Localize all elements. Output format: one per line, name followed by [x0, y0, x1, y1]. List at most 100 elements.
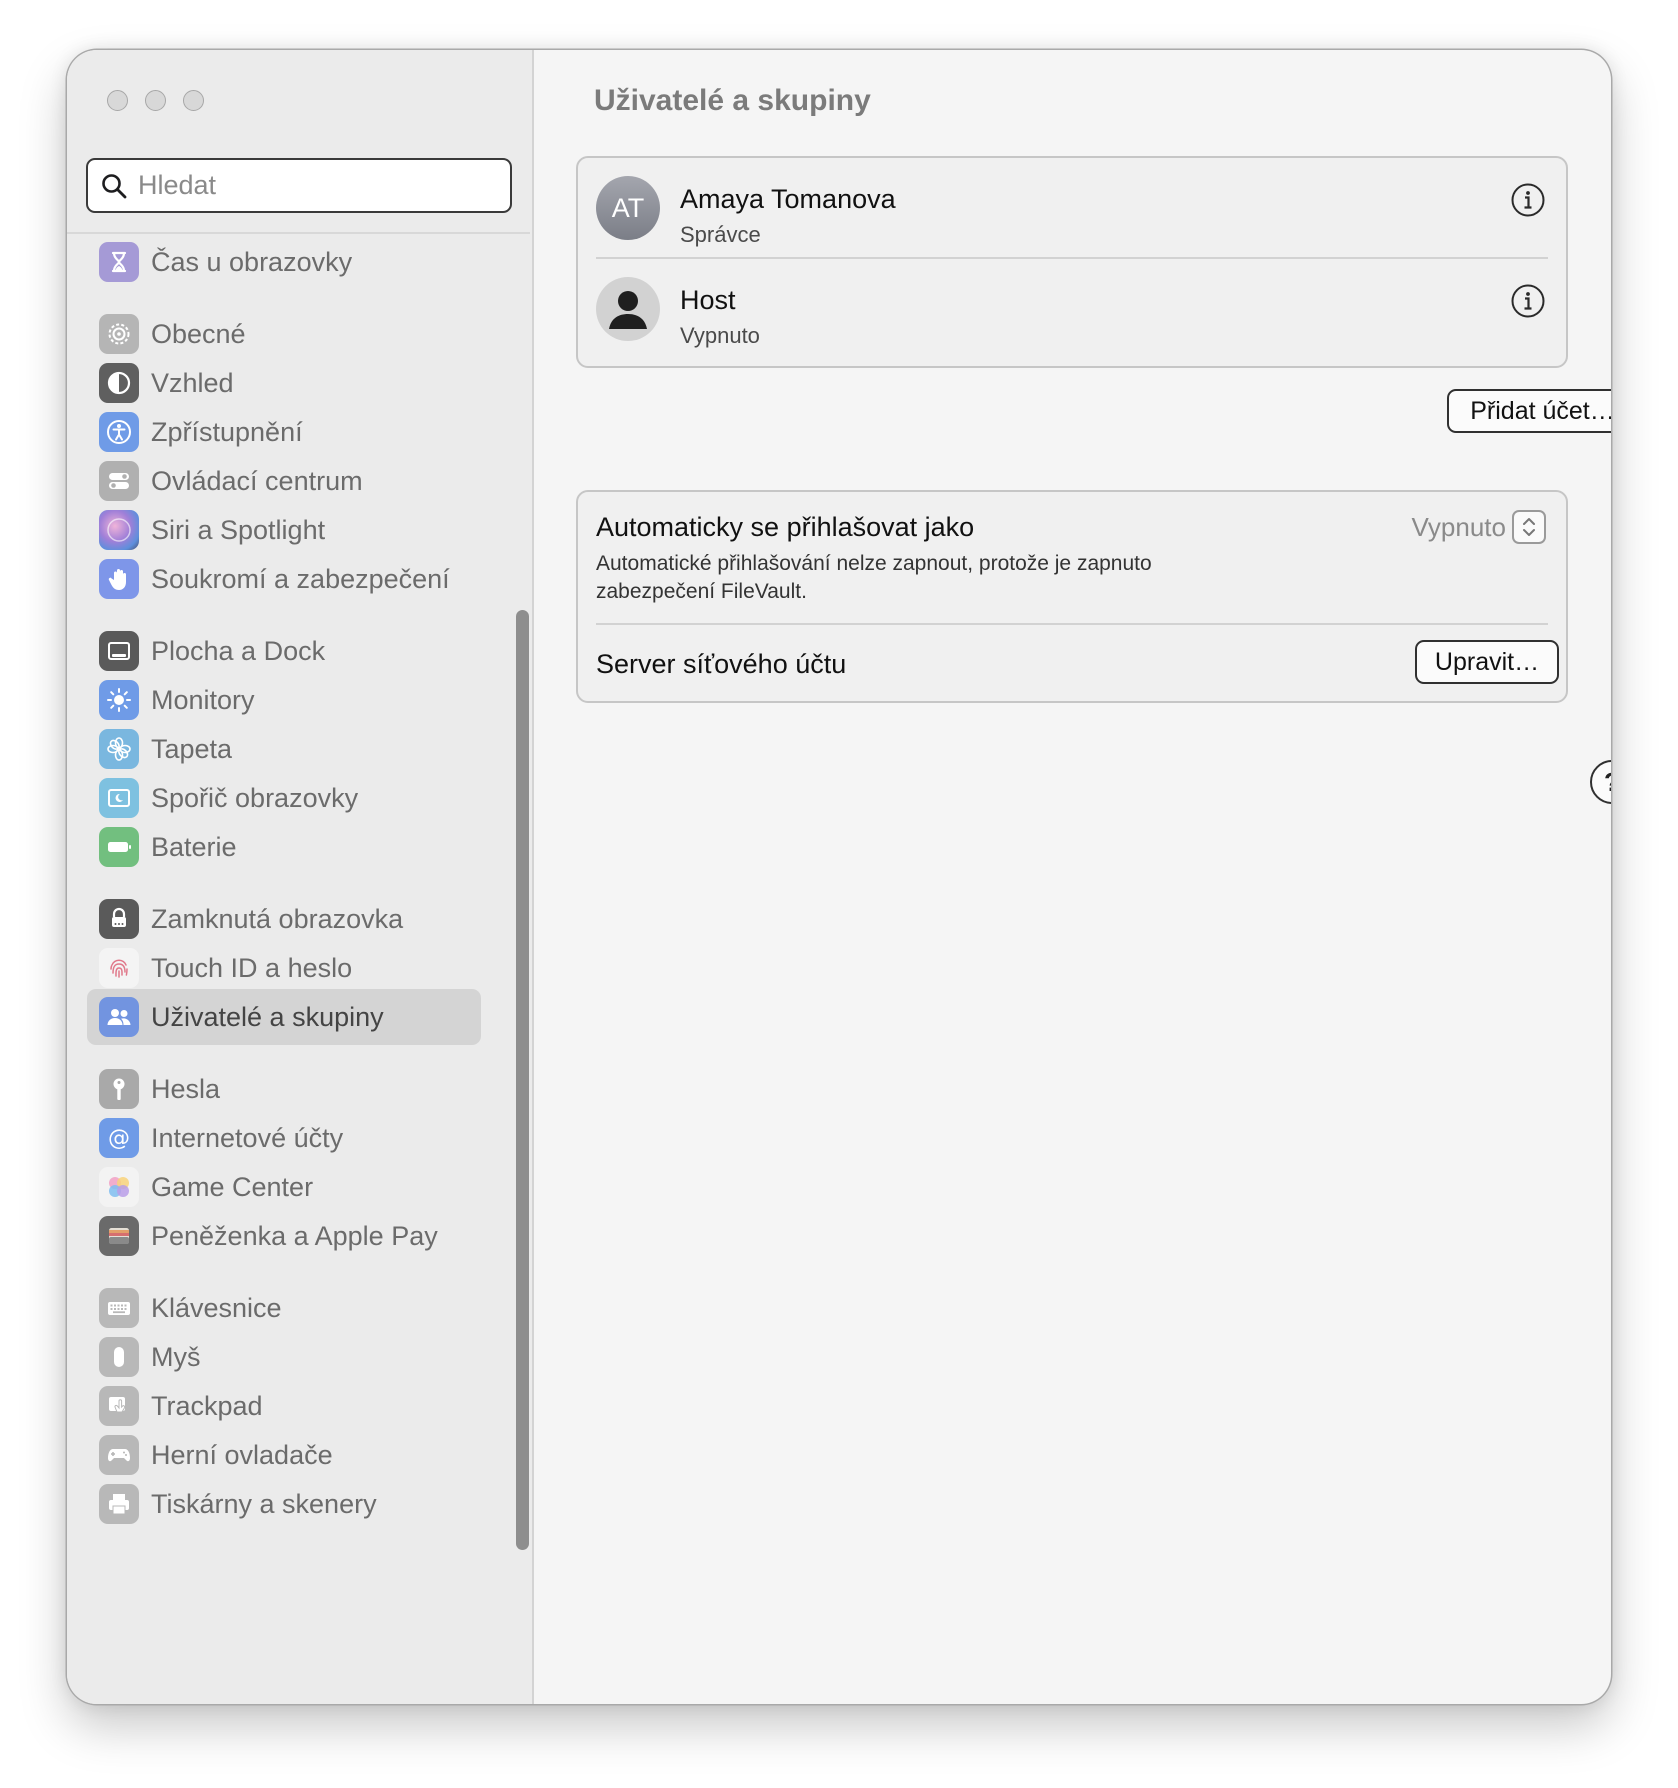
sidebar-item-battery[interactable]: Baterie [87, 819, 481, 875]
key-icon [99, 1069, 139, 1109]
gear-icon [99, 314, 139, 354]
help-button[interactable]: ? [1590, 760, 1611, 804]
login-options-card: Automaticky se přihlašovat jako Automati… [576, 490, 1568, 703]
sidebar-item-internet-accounts[interactable]: @ Internetové účty [87, 1110, 481, 1166]
sidebar-item-printers[interactable]: Tiskárny a skenery [87, 1476, 481, 1532]
page-title: Uživatelé a skupiny [594, 84, 871, 117]
sidebar-item-label: Hesla [151, 1073, 221, 1104]
sidebar-item-appearance[interactable]: Vzhled [87, 355, 481, 411]
sidebar-item-label: Čas u obrazovky [151, 246, 353, 277]
sidebar-item-label: Zamknutá obrazovka [151, 903, 404, 934]
network-server-label: Server síťového účtu [596, 649, 847, 679]
sidebar-item-label: Spořič obrazovky [151, 782, 359, 813]
battery-icon [99, 827, 139, 867]
hourglass-icon [99, 242, 139, 282]
user-name: Host [680, 285, 736, 315]
row-separator [596, 623, 1548, 625]
sidebar-item-label: Peněženka a Apple Pay [151, 1220, 438, 1251]
trackpad-icon [99, 1386, 139, 1426]
autologin-label: Automaticky se přihlašovat jako [596, 512, 975, 542]
search-input[interactable] [138, 170, 478, 201]
avatar: AT [596, 176, 660, 240]
sidebar-item-trackpad[interactable]: Trackpad [87, 1378, 481, 1434]
sidebar: Čas u obrazovky Obecné Vzhled Zpřístupně… [67, 50, 534, 1704]
keyboard-icon [99, 1288, 139, 1328]
dock-icon [99, 631, 139, 671]
autologin-select-value: Vypnuto [1411, 511, 1506, 542]
sidebar-item-label: Monitory [151, 684, 255, 715]
sidebar-item-siri[interactable]: Siri a Spotlight [87, 502, 481, 558]
printer-icon [99, 1484, 139, 1524]
gamepad-icon [99, 1435, 139, 1475]
minimize-button[interactable] [145, 90, 166, 111]
sidebar-item-touch-id[interactable]: Touch ID a heslo [87, 940, 481, 996]
flower-icon [99, 729, 139, 769]
sidebar-item-accessibility[interactable]: Zpřístupnění [87, 404, 481, 460]
window-controls [107, 90, 204, 111]
search-field[interactable] [86, 158, 512, 213]
lock-icon [99, 899, 139, 939]
sidebar-item-label: Tiskárny a skenery [151, 1488, 377, 1519]
autologin-select[interactable]: Vypnuto [1412, 510, 1546, 544]
sidebar-item-label: Herní ovladače [151, 1439, 333, 1470]
sidebar-item-label: Baterie [151, 831, 237, 862]
up-down-chevron-icon[interactable] [1512, 510, 1546, 544]
sidebar-item-users-groups[interactable]: Uživatelé a skupiny [87, 989, 481, 1045]
sidebar-item-game-center[interactable]: Game Center [87, 1159, 481, 1215]
game-center-icon [99, 1167, 139, 1207]
edit-network-server-button[interactable]: Upravit… [1415, 640, 1559, 684]
sidebar-item-control-center[interactable]: Ovládací centrum [87, 453, 481, 509]
search-icon [102, 173, 127, 198]
sidebar-item-label: Plocha a Dock [151, 635, 326, 666]
person-icon [596, 277, 660, 341]
sidebar-item-wallet[interactable]: Peněženka a Apple Pay [87, 1208, 481, 1264]
sidebar-item-mouse[interactable]: Myš [87, 1329, 481, 1385]
users-icon [99, 997, 139, 1037]
info-icon[interactable] [1510, 182, 1546, 218]
zoom-button[interactable] [183, 90, 204, 111]
sidebar-item-keyboard[interactable]: Klávesnice [87, 1280, 481, 1336]
sidebar-item-label: Game Center [151, 1171, 314, 1202]
users-card: AT Amaya Tomanova Správce Host Vypnuto [576, 156, 1568, 368]
add-account-button[interactable]: Přidat účet… [1447, 389, 1611, 433]
brightness-icon [99, 680, 139, 720]
sidebar-item-lock-screen[interactable]: Zamknutá obrazovka [87, 891, 481, 947]
sidebar-item-label: Touch ID a heslo [151, 952, 353, 983]
sidebar-item-screen-time[interactable]: Čas u obrazovky [87, 234, 481, 290]
sidebar-item-privacy[interactable]: Soukromí a zabezpečení [87, 551, 481, 607]
siri-icon [99, 510, 139, 550]
user-row[interactable]: Host Vypnuto [578, 259, 1566, 359]
user-role: Vypnuto [680, 323, 760, 348]
user-name: Amaya Tomanova [680, 184, 896, 214]
sidebar-item-label: Soukromí a zabezpečení [151, 563, 450, 594]
settings-window: Čas u obrazovky Obecné Vzhled Zpřístupně… [67, 50, 1611, 1704]
fingerprint-icon [99, 948, 139, 988]
appearance-icon [99, 363, 139, 403]
accessibility-icon [99, 412, 139, 452]
sidebar-item-passwords[interactable]: Hesla [87, 1061, 481, 1117]
sidebar-item-label: Tapeta [151, 733, 233, 764]
sidebar-item-desktop-dock[interactable]: Plocha a Dock [87, 623, 481, 679]
sidebar-item-screensaver[interactable]: Spořič obrazovky [87, 770, 481, 826]
sidebar-item-label: Klávesnice [151, 1292, 282, 1323]
sidebar-item-general[interactable]: Obecné [87, 306, 481, 362]
user-row[interactable]: AT Amaya Tomanova Správce [578, 158, 1566, 258]
sidebar-item-label: Siri a Spotlight [151, 514, 326, 545]
mouse-icon [99, 1337, 139, 1377]
sidebar-item-label: Internetové účty [151, 1122, 344, 1153]
info-icon[interactable] [1510, 283, 1546, 319]
close-button[interactable] [107, 90, 128, 111]
sidebar-item-wallpaper[interactable]: Tapeta [87, 721, 481, 777]
sidebar-item-label: Uživatelé a skupiny [151, 1001, 384, 1032]
sidebar-scrollbar[interactable] [516, 610, 529, 1550]
sidebar-item-label: Vzhled [151, 367, 234, 398]
wallet-icon [99, 1216, 139, 1256]
sidebar-item-displays[interactable]: Monitory [87, 672, 481, 728]
sidebar-item-label: Trackpad [151, 1390, 263, 1421]
sidebar-item-label: Ovládací centrum [151, 465, 363, 496]
at-icon: @ [99, 1118, 139, 1158]
sidebar-item-label: Obecné [151, 318, 246, 349]
sidebar-item-game-controllers[interactable]: Herní ovladače [87, 1427, 481, 1483]
control-center-icon [99, 461, 139, 501]
sidebar-list[interactable]: Čas u obrazovky Obecné Vzhled Zpřístupně… [67, 234, 530, 1704]
